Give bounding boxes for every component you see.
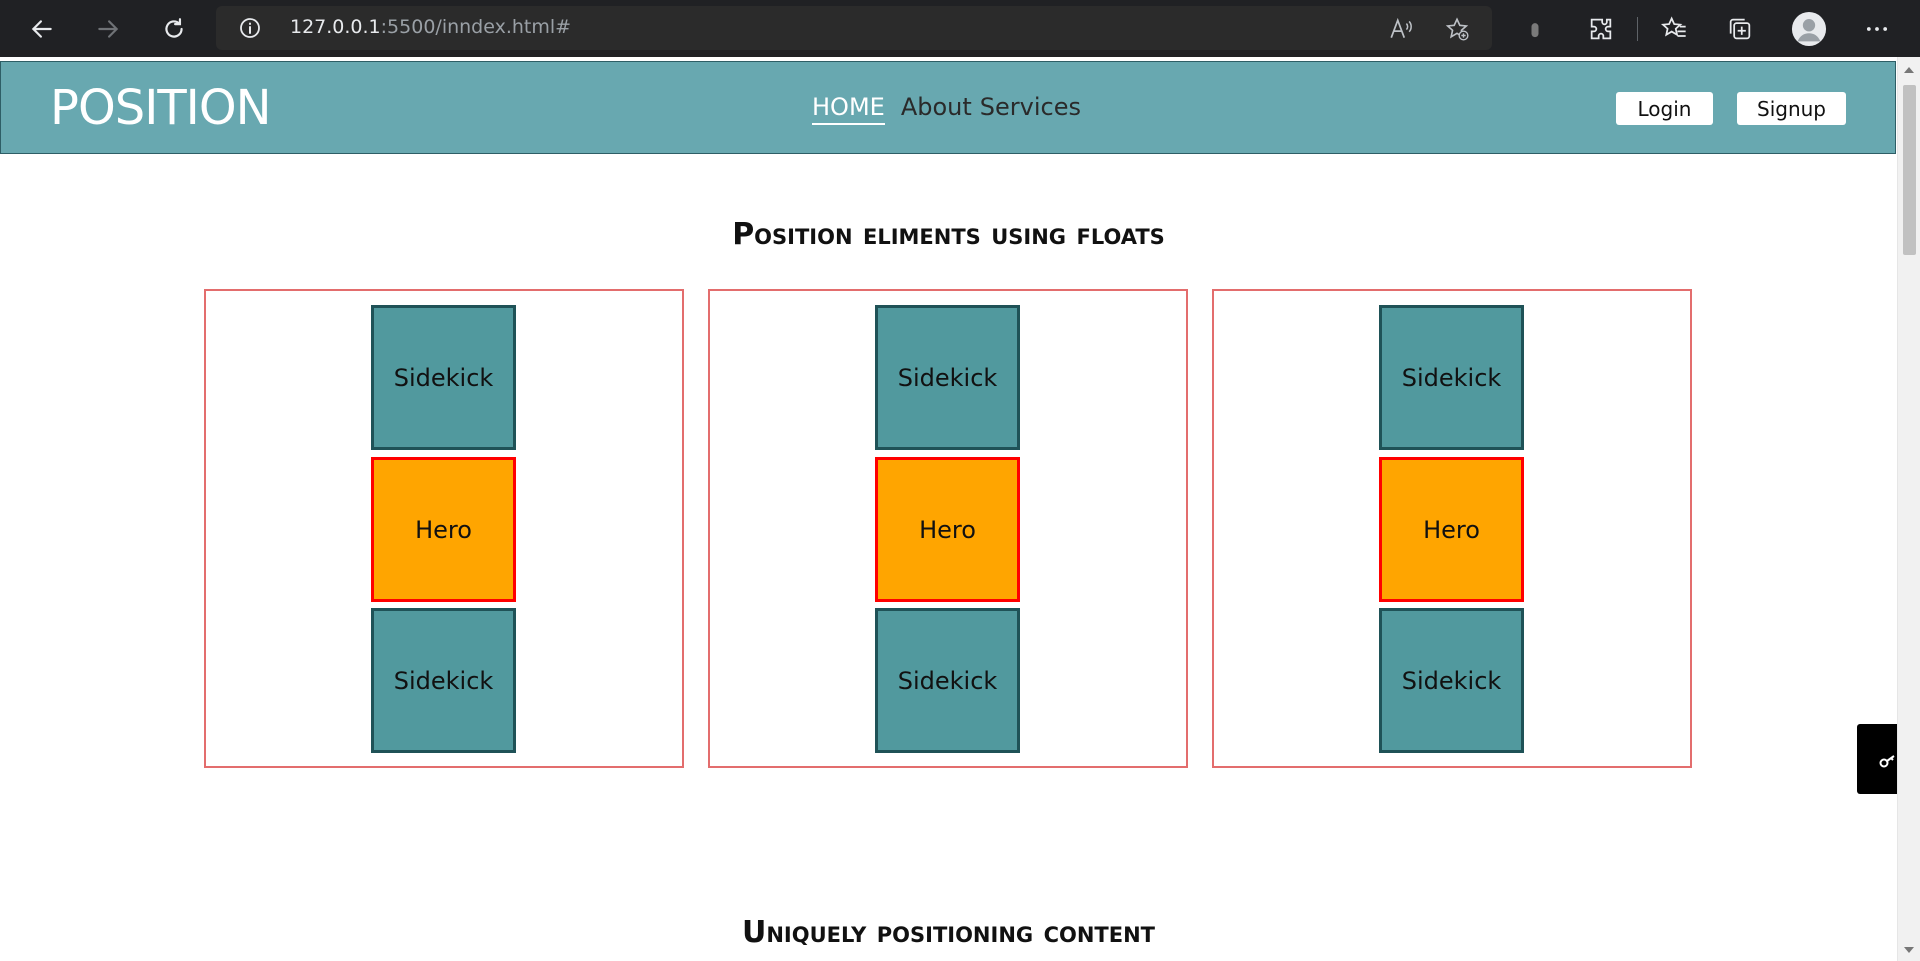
sidekick-box: Sidekick <box>1379 305 1524 450</box>
hero-box: Hero <box>1379 457 1524 602</box>
collections-icon[interactable] <box>1725 14 1755 44</box>
float-container: Sidekick Hero Sidekick <box>708 289 1188 768</box>
back-icon[interactable] <box>24 12 60 46</box>
nav-home[interactable]: HOME <box>812 93 885 125</box>
url-text: 127.0.0.1:5500/inndex.html# <box>290 16 572 38</box>
address-bar[interactable]: 127.0.0.1:5500/inndex.html# <box>216 6 1492 50</box>
sidekick-box: Sidekick <box>1379 608 1524 753</box>
reload-icon[interactable] <box>156 12 192 46</box>
main-nav: HOME About Services <box>812 93 1081 125</box>
scrollbar-thumb[interactable] <box>1903 85 1916 255</box>
nav-services[interactable]: Services <box>980 93 1081 125</box>
page-viewport: POSITION HOME About Services Login Signu… <box>0 57 1897 961</box>
more-icon[interactable] <box>1862 14 1892 44</box>
hero-box: Hero <box>875 457 1020 602</box>
scroll-down-arrow[interactable] <box>1904 947 1914 953</box>
float-container: Sidekick Hero Sidekick <box>1212 289 1692 768</box>
sidekick-box: Sidekick <box>875 305 1020 450</box>
floating-side-button[interactable] <box>1857 724 1897 794</box>
nav-about[interactable]: About <box>901 93 972 125</box>
scroll-up-arrow[interactable] <box>1904 67 1914 73</box>
signup-button[interactable]: Signup <box>1737 92 1846 125</box>
forward-icon[interactable] <box>90 12 126 46</box>
add-favorite-icon[interactable] <box>1444 16 1470 42</box>
site-logo[interactable]: POSITION <box>50 80 272 136</box>
browser-toolbar: 127.0.0.1:5500/inndex.html# <box>0 0 1920 57</box>
section-title-unique: Uniquely positioning content <box>742 915 1155 950</box>
sidekick-box: Sidekick <box>371 305 516 450</box>
hero-box: Hero <box>371 457 516 602</box>
profile-dot-icon[interactable] <box>1520 14 1550 44</box>
page-scrollbar[interactable] <box>1897 57 1920 961</box>
key-icon <box>1879 755 1895 768</box>
sidekick-box: Sidekick <box>875 608 1020 753</box>
sidekick-box: Sidekick <box>371 608 516 753</box>
extensions-icon[interactable] <box>1586 14 1616 44</box>
toolbar-separator <box>1637 17 1638 41</box>
login-button[interactable]: Login <box>1616 92 1713 125</box>
float-container: Sidekick Hero Sidekick <box>204 289 684 768</box>
info-icon[interactable] <box>238 16 262 40</box>
avatar[interactable] <box>1790 10 1828 48</box>
site-header: POSITION HOME About Services Login Signu… <box>0 61 1896 154</box>
favorites-icon[interactable] <box>1659 14 1689 44</box>
read-aloud-icon[interactable] <box>1388 16 1414 42</box>
section-title-floats: Position eliments using floats <box>732 217 1165 252</box>
